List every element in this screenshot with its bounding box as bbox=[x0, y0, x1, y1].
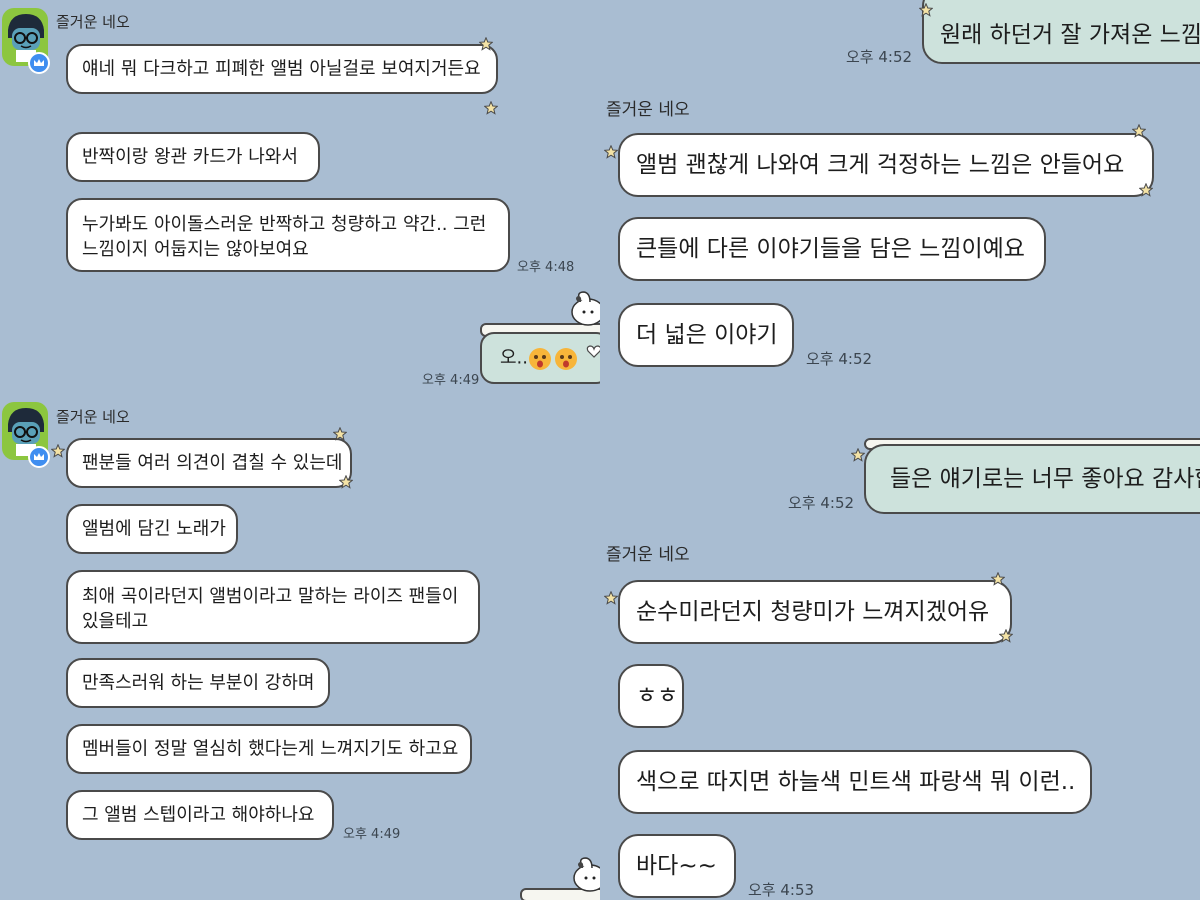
timestamp: 오후 4:49 bbox=[343, 827, 401, 842]
message-text: 더 넓은 이야기 bbox=[636, 322, 778, 348]
message-bubble[interactable]: 색으로 따지면 하늘색 민트색 파랑색 뭐 이런.. bbox=[618, 750, 1092, 814]
chat-panel-right-4: 즐거운 네오 순수미라던지 청량미가 느껴지겠어유 ㅎㅎ 색으로 따지면 하늘색… bbox=[600, 530, 1200, 900]
message-text: 색으로 따지면 하늘색 민트색 파랑색 뭐 이런.. bbox=[636, 769, 1076, 795]
chat-panel-right-3: 들은 얘기로는 너무 좋아요 감사합 오후 4:52 bbox=[600, 430, 1200, 530]
sender-name: 즐거운 네오 bbox=[56, 13, 130, 31]
message-bubble[interactable]: 순수미라던지 청량미가 느껴지겠어유 bbox=[618, 580, 1012, 644]
star-decoration-icon bbox=[919, 3, 933, 17]
star-decoration-icon bbox=[484, 101, 498, 115]
message-text: 순수미라던지 청량미가 느껴지겠어유 bbox=[636, 599, 990, 625]
surprised-face-emoji bbox=[528, 347, 580, 378]
message-text: 팬분들 여러 의견이 겹칠 수 있는데 bbox=[82, 452, 343, 474]
message-text: 들은 얘기로는 너무 좋아요 감사합 bbox=[890, 466, 1200, 492]
message-bubble[interactable]: 더 넓은 이야기 bbox=[618, 303, 794, 367]
message-text: 큰틀에 다른 이야기들을 담은 느낌이예요 bbox=[636, 236, 1025, 262]
chat-panel-right-1: 원래 하던거 잘 가져온 느낌 오후 4:52 bbox=[600, 0, 1200, 85]
message-bubble[interactable]: 바다~~ bbox=[618, 834, 736, 898]
sender-name: 즐거운 네오 bbox=[606, 545, 690, 565]
sender-name: 즐거운 네오 bbox=[606, 100, 690, 120]
message-bubble[interactable]: 그 앨범 스텝이라고 해야하나요 bbox=[66, 790, 334, 840]
chat-panel-bottom-left: 즐거운 네오 팬분들 여러 의견이 겹칠 수 있는데 앨범에 담긴 노래가 최애… bbox=[0, 390, 600, 900]
message-text: 얘네 뭐 다크하고 피폐한 앨범 아닐걸로 보여지거든요 bbox=[82, 58, 481, 80]
message-bubble[interactable]: ㅎㅎ bbox=[618, 664, 684, 728]
message-line: 있을테고 bbox=[82, 611, 149, 632]
pochacco-sticker-icon bbox=[568, 854, 600, 898]
message-bubble[interactable]: 팬분들 여러 의견이 겹칠 수 있는데 bbox=[66, 438, 352, 488]
message-line: 최애 곡이라던지 앨범이라고 말하는 라이즈 팬들이 bbox=[82, 586, 459, 607]
message-text: ㅎㅎ bbox=[636, 683, 679, 709]
star-decoration-icon bbox=[999, 629, 1013, 643]
message-line: 누가봐도 아이돌스러운 반짝하고 청량하고 약간.. 그런 bbox=[82, 214, 487, 235]
message-text: 누가봐도 아이돌스러운 반짝하고 청량하고 약간.. 그런 느낌이지 어둡지는 … bbox=[82, 212, 486, 262]
timestamp: 오후 4:52 bbox=[846, 48, 913, 66]
message-bubble[interactable]: 멤버들이 정말 열심히 했다는게 느껴지기도 하고요 bbox=[66, 724, 472, 774]
message-bubble[interactable]: 얘네 뭐 다크하고 피폐한 앨범 아닐걸로 보여지거든요 bbox=[66, 44, 498, 94]
heart-icon bbox=[586, 340, 600, 365]
star-decoration-icon bbox=[604, 145, 618, 159]
sent-message-bubble[interactable]: 원래 하던거 잘 가져온 느낌 bbox=[922, 0, 1200, 64]
star-decoration-icon bbox=[1132, 124, 1146, 138]
timestamp: 오후 4:52 bbox=[806, 350, 873, 368]
chat-panel-right-2: 즐거운 네오 앨범 괜찮게 나와여 크게 걱정하는 느낌은 안들어요 큰틀에 다… bbox=[600, 85, 1200, 430]
message-text: 원래 하던거 잘 가져온 느낌 bbox=[940, 22, 1200, 48]
message-bubble[interactable]: 반짝이랑 왕관 카드가 나와서 bbox=[66, 132, 320, 182]
sent-message-bubble[interactable]: 오.. bbox=[480, 332, 600, 384]
neo-avatar-icon[interactable] bbox=[2, 402, 50, 468]
message-bubble[interactable]: 최애 곡이라던지 앨범이라고 말하는 라이즈 팬들이 있을테고 bbox=[66, 570, 480, 644]
timestamp: 오후 4:52 bbox=[788, 494, 855, 512]
message-text: 만족스러워 하는 부분이 강하며 bbox=[82, 672, 315, 694]
message-text: 반짝이랑 왕관 카드가 나와서 bbox=[82, 146, 298, 168]
message-text: 앨범에 담긴 노래가 bbox=[82, 518, 226, 540]
star-decoration-icon bbox=[604, 591, 618, 605]
message-bubble[interactable]: 만족스러워 하는 부분이 강하며 bbox=[66, 658, 330, 708]
crown-badge-icon bbox=[28, 446, 50, 468]
sender-name: 즐거운 네오 bbox=[56, 408, 130, 426]
star-decoration-icon bbox=[991, 572, 1005, 586]
message-line: 느낌이지 어둡지는 않아보여요 bbox=[82, 239, 309, 260]
neo-avatar-icon[interactable] bbox=[2, 8, 50, 74]
timestamp: 오후 4:53 bbox=[748, 881, 815, 899]
message-bubble[interactable]: 큰틀에 다른 이야기들을 담은 느낌이예요 bbox=[618, 217, 1046, 281]
message-text: 오.. bbox=[500, 347, 529, 369]
message-text: 최애 곡이라던지 앨범이라고 말하는 라이즈 팬들이 있을테고 bbox=[82, 584, 458, 634]
timestamp: 오후 4:48 bbox=[517, 260, 575, 275]
message-text: 앨범 괜찮게 나와여 크게 걱정하는 느낌은 안들어요 bbox=[636, 152, 1125, 178]
message-text: 바다~~ bbox=[636, 853, 717, 879]
crown-badge-icon bbox=[28, 52, 50, 74]
pochacco-sticker-icon bbox=[566, 288, 600, 332]
star-decoration-icon bbox=[851, 448, 865, 462]
star-decoration-icon bbox=[51, 444, 65, 458]
chat-panel-top-left: 즐거운 네오 얘네 뭐 다크하고 피폐한 앨범 아닐걸로 보여지거든요 반짝이랑… bbox=[0, 0, 600, 390]
message-text: 그 앨범 스텝이라고 해야하나요 bbox=[82, 804, 315, 826]
star-decoration-icon bbox=[339, 475, 353, 489]
message-bubble[interactable]: 앨범에 담긴 노래가 bbox=[66, 504, 238, 554]
message-bubble[interactable]: 누가봐도 아이돌스러운 반짝하고 청량하고 약간.. 그런 느낌이지 어둡지는 … bbox=[66, 198, 510, 272]
sent-message-bubble[interactable]: 들은 얘기로는 너무 좋아요 감사합 bbox=[864, 444, 1200, 514]
star-decoration-icon bbox=[333, 427, 347, 441]
message-text: 멤버들이 정말 열심히 했다는게 느껴지기도 하고요 bbox=[82, 738, 459, 760]
star-decoration-icon bbox=[479, 37, 493, 51]
timestamp: 오후 4:49 bbox=[422, 373, 480, 388]
star-decoration-icon bbox=[1139, 183, 1153, 197]
message-bubble[interactable]: 앨범 괜찮게 나와여 크게 걱정하는 느낌은 안들어요 bbox=[618, 133, 1154, 197]
